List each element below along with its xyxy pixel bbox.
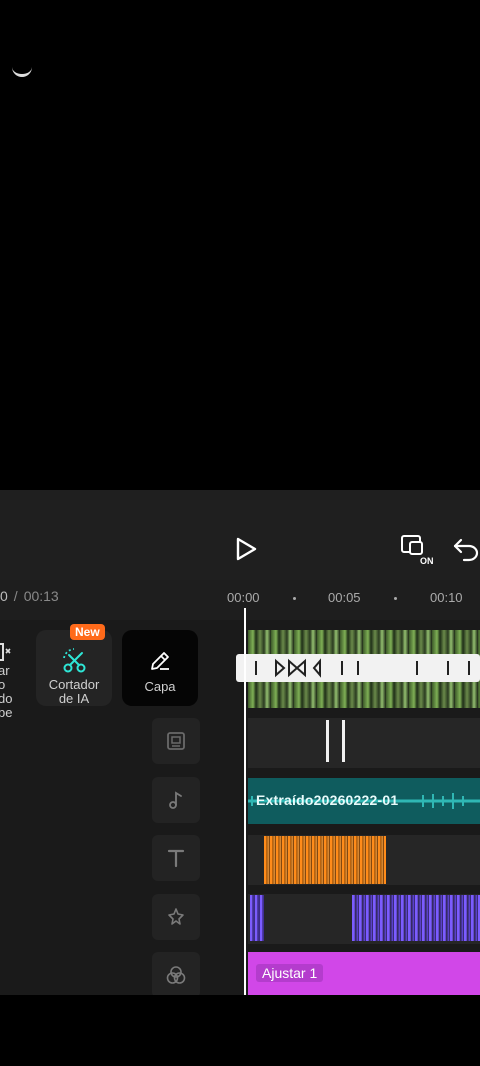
ai-cutter-label-2: de IA <box>58 691 90 706</box>
adjust-clip[interactable]: Ajustar 1 <box>248 952 480 995</box>
ruler-label: 00:05 <box>328 590 361 605</box>
audio-track-button[interactable] <box>152 777 200 823</box>
sticker-clip[interactable] <box>326 720 329 762</box>
music-icon <box>169 791 182 809</box>
audio-clip-label: Extraído20260222-01 <box>256 792 399 808</box>
aspect-on-button[interactable]: ON <box>400 532 438 566</box>
undo-button[interactable] <box>452 534 480 562</box>
effects-track-button[interactable] <box>152 894 200 940</box>
adjust-clip-label: Ajustar 1 <box>256 964 324 982</box>
playhead[interactable] <box>244 608 246 995</box>
filters-track-button[interactable] <box>152 952 200 995</box>
partial-tool-button[interactable]: ar o do be <box>0 664 20 720</box>
partial-tool-label-1: ar <box>0 663 10 678</box>
effects-icon <box>168 908 184 925</box>
effect-clip[interactable] <box>250 895 264 941</box>
new-badge: New <box>70 624 105 640</box>
svg-text:ON: ON <box>420 556 434 566</box>
current-time: 0 <box>0 588 8 604</box>
partial-tool-label-2: o do <box>0 677 13 706</box>
total-time: 00:13 <box>23 588 59 604</box>
sticker-track-button[interactable] <box>152 718 200 764</box>
ai-cutter-label: Cortador de IA <box>36 678 112 706</box>
scissors-ai-icon <box>60 646 90 674</box>
sticker-icon <box>167 732 185 750</box>
partial-tool-label-3: be <box>0 705 13 720</box>
play-icon <box>236 537 257 561</box>
cover-label: Capa <box>144 679 176 694</box>
effect-clip[interactable] <box>352 895 480 941</box>
ruler-label: 00:00 <box>227 590 260 605</box>
ruler-tick <box>394 597 397 600</box>
ruler-label: 00:10 <box>430 590 463 605</box>
sticker-track <box>248 718 480 768</box>
status-dot <box>12 66 32 77</box>
audio-clip[interactable]: Extraído20260222-01 <box>248 778 480 824</box>
transition-strip[interactable] <box>236 654 480 682</box>
aspect-on-icon: ON <box>401 535 434 566</box>
transition-markers-icon <box>255 658 470 678</box>
sticker-clip[interactable] <box>342 720 345 762</box>
ruler-tick <box>293 597 296 600</box>
ai-cutter-label-1: Cortador <box>48 677 100 692</box>
pencil-icon <box>147 648 173 674</box>
editor-panel: ON 0/00:13 00:00 00:05 00:10 ar o do be … <box>0 490 480 995</box>
undo-icon <box>453 538 479 562</box>
timecode: 0 / 00:13 <box>0 588 59 604</box>
play-button[interactable] <box>232 535 260 563</box>
filters-icon <box>166 966 186 984</box>
text-clip[interactable] <box>264 836 386 884</box>
time-separator: / <box>13 588 18 604</box>
text-track-button[interactable] <box>152 835 200 881</box>
text-icon <box>167 849 185 868</box>
partial-tool-icon <box>0 642 14 662</box>
